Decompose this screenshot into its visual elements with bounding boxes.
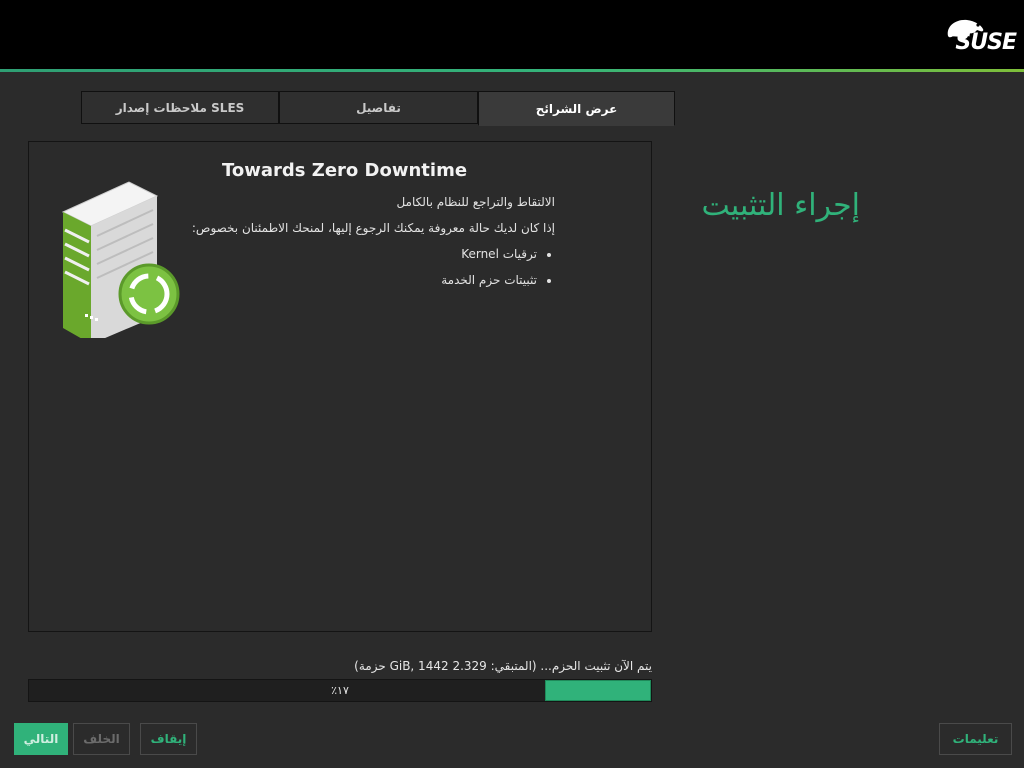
tab-bar: ملاحظات إصدار SLES تفاصيل عرض الشرائح	[81, 91, 675, 126]
tab-details[interactable]: تفاصيل	[279, 91, 478, 124]
back-button[interactable]: الخلف	[73, 723, 130, 755]
slide-title: Towards Zero Downtime	[222, 160, 468, 181]
slide-bullets: ترقيات Kernel تثبيتات حزم الخدمة	[135, 246, 555, 288]
bullet-service-packs: تثبيتات حزم الخدمة	[135, 272, 537, 288]
help-button[interactable]: تعليمات	[939, 723, 1012, 755]
abort-button[interactable]: إيقاف	[140, 723, 197, 755]
accent-line	[0, 69, 1024, 72]
bullet-kernel: ترقيات Kernel	[135, 246, 537, 262]
logo-text: SUSE	[955, 30, 1017, 55]
tab-slide-show[interactable]: عرض الشرائح	[478, 91, 675, 126]
install-status-text: يتم الآن تثبيت الحزم... (المتبقي: 2.329 …	[354, 659, 652, 673]
suse-logo: SUSE	[942, 16, 1017, 56]
next-button[interactable]: التالي	[14, 723, 68, 755]
slide-line-1: الالتقاط والتراجع للنظام بالكامل	[396, 195, 555, 209]
top-bar: SUSE	[0, 0, 1024, 69]
page-title: إجراء التثبيت	[701, 188, 860, 223]
tab-release-notes[interactable]: ملاحظات إصدار SLES	[81, 91, 279, 124]
slide-panel: Towards Zero Downtime الالتقاط والتراجع …	[28, 141, 652, 632]
slide-line-2: إذا كان لديك حالة معروفة يمكنك الرجوع إل…	[191, 221, 555, 235]
install-progress-bar: ٪١٧	[28, 679, 652, 702]
slide-body: الالتقاط والتراجع للنظام بالكامل إذا كان…	[135, 194, 555, 298]
progress-label: ٪١٧	[331, 684, 349, 697]
